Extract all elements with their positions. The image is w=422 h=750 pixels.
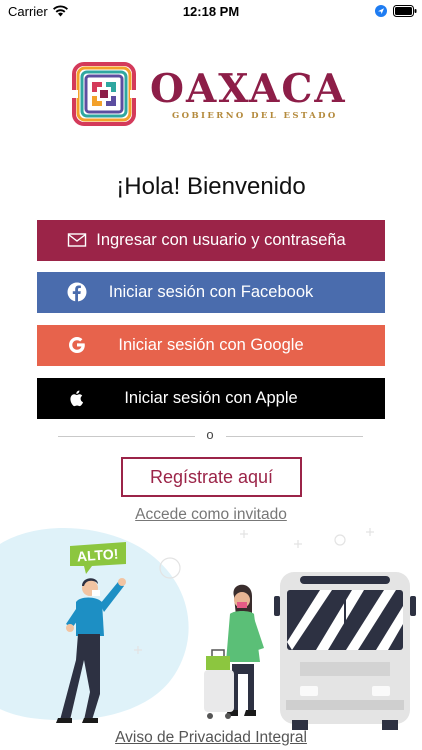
- deco-circle: [334, 534, 346, 546]
- deco-plus: [366, 528, 374, 536]
- login-user-password-label: Ingresar con usuario y contraseña: [96, 231, 346, 249]
- login-facebook-label: Iniciar sesión con Facebook: [108, 283, 314, 301]
- commuter-illustration: ALTO!: [0, 527, 416, 730]
- login-facebook-button[interactable]: Iniciar sesión con Facebook: [37, 272, 385, 313]
- guest-access-link[interactable]: Accede como invitado: [0, 506, 422, 524]
- login-google-button[interactable]: Iniciar sesión con Google: [37, 325, 385, 366]
- divider-left: [58, 436, 195, 437]
- brand-name: OAXACA: [150, 66, 347, 112]
- welcome-heading: ¡Hola! Bienvenido: [116, 173, 306, 200]
- mail-icon: [67, 233, 87, 247]
- login-apple-label: Iniciar sesión con Apple: [124, 389, 298, 407]
- register-label: Regístrate aquí: [149, 466, 274, 487]
- apple-icon: [70, 390, 83, 407]
- stop-sign-text: ALTO!: [76, 546, 118, 565]
- login-apple-button[interactable]: Iniciar sesión con Apple: [37, 378, 385, 419]
- oaxaca-emblem-icon: [72, 62, 136, 126]
- login-google-label: Iniciar sesión con Google: [118, 336, 304, 354]
- clock: 12:18 PM: [182, 4, 240, 19]
- login-user-password-button[interactable]: Ingresar con usuario y contraseña: [37, 220, 385, 261]
- deco-plus: [240, 530, 248, 538]
- register-button[interactable]: Regístrate aquí: [121, 457, 302, 497]
- facebook-icon: [67, 282, 87, 302]
- divider-right: [226, 436, 363, 437]
- brand-subtitle: GOBIERNO DEL ESTADO: [172, 111, 338, 121]
- location-icon: [375, 5, 387, 17]
- google-icon: [69, 337, 85, 353]
- woman-figure: [204, 584, 264, 719]
- divider-or-text: o: [206, 427, 214, 442]
- battery-icon: [393, 5, 417, 17]
- privacy-notice-link[interactable]: Aviso de Privacidad Integral: [0, 729, 422, 747]
- status-bar: Carrier 12:18 PM: [0, 0, 422, 24]
- deco-plus: [294, 540, 302, 548]
- bus-figure: [274, 572, 416, 730]
